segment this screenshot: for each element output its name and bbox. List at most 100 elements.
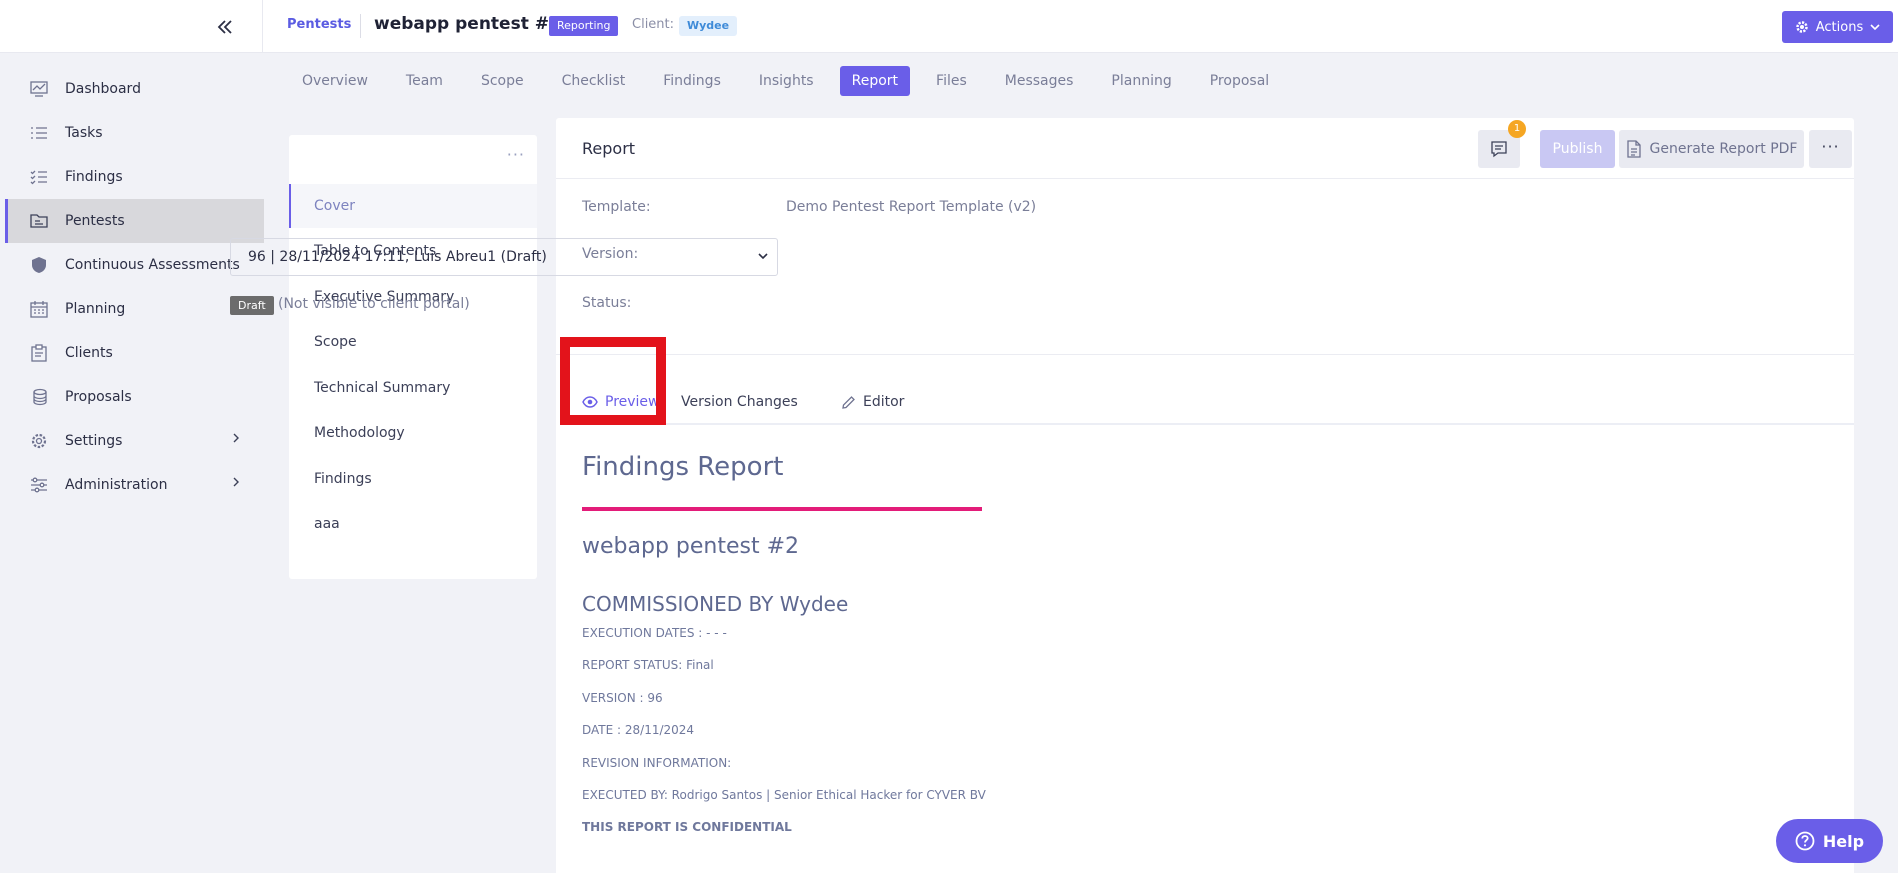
status-note: (Not visible to client portal) [278,296,470,312]
report-version: VERSION : 96 [582,691,663,705]
tab-overview[interactable]: Overview [290,66,380,96]
draft-badge: Draft [230,296,274,315]
tab-scope[interactable]: Scope [469,66,536,96]
chevron-down-icon [1870,24,1880,31]
top-bar: Pentests webapp pentest #2 Reporting Cli… [0,0,1898,53]
report-sections-panel: ··· Cover Table to Contents Executive Su… [289,135,537,579]
template-label: Template: [582,199,651,215]
shield-icon [29,255,49,275]
document-icon [1626,140,1641,158]
tab-report[interactable]: Report [839,66,911,96]
sidebar-item-label: Continuous Assessments [65,257,240,273]
chevron-right-icon [233,433,239,443]
section-item-technical-summary[interactable]: Technical Summary [289,366,537,410]
client-badge[interactable]: Wydee [679,16,738,36]
pentest-tabs: Overview Team Scope Checklist Findings I… [290,66,1295,96]
section-item-methodology[interactable]: Methodology [289,411,537,455]
commissioned-by: COMMISSIONED BY Wydee [582,592,849,616]
generate-report-pdf-button[interactable]: Generate Report PDF [1619,130,1804,168]
tab-version-changes[interactable]: Version Changes [681,387,798,417]
actions-label: Actions [1815,19,1864,35]
tab-insights[interactable]: Insights [747,66,826,96]
actions-button[interactable]: Actions [1782,11,1893,43]
coins-icon [29,387,49,407]
execution-dates: EXECUTION DATES : - - - [582,626,727,640]
folder-icon [29,211,49,231]
gear-icon [29,431,49,451]
section-item-cover[interactable]: Cover [289,184,537,228]
version-select-value: 96 | 28/11/2024 17:11, Luis Abreu1 (Draf… [248,249,547,265]
report-accent-bar [582,507,982,511]
list-icon [29,123,49,143]
status-badge: Reporting [549,16,619,36]
generate-report-pdf-label: Generate Report PDF [1649,141,1798,157]
tab-findings[interactable]: Findings [651,66,733,96]
publish-button[interactable]: Publish [1540,130,1615,168]
question-circle-icon [1795,831,1815,851]
sidebar-item-pentests[interactable]: Pentests [5,199,264,243]
template-value: Demo Pentest Report Template (v2) [786,199,1037,215]
tab-planning[interactable]: Planning [1099,66,1183,96]
sliders-icon [29,475,49,495]
page-title: webapp pentest #2 [374,14,561,34]
report-title: Report [582,139,636,158]
sidebar-item-clients[interactable]: Clients [5,331,264,375]
highlight-box [560,337,666,425]
confidential-notice: THIS REPORT IS CONFIDENTIAL [582,820,792,834]
sidebar-item-findings[interactable]: Findings [5,155,264,199]
report-panel: Report 1 Publish Generate Report PDF ···… [556,118,1854,873]
sidebar-item-label: Settings [65,433,123,449]
chevron-right-icon [233,477,239,487]
help-button[interactable]: Help [1776,819,1883,863]
executed-by: EXECUTED BY: Rodrigo Santos | Senior Eth… [582,788,986,802]
sidebar-item-label: Administration [65,477,168,493]
comment-icon [1491,141,1507,158]
sidebar-item-label: Findings [65,169,123,185]
sections-more-button[interactable]: ··· [507,145,525,164]
report-date: DATE : 28/11/2024 [582,723,695,737]
section-item-scope[interactable]: Scope [289,320,537,364]
sidebar-item-label: Planning [65,301,126,317]
tab-editor-label: Editor [863,394,905,410]
tab-team[interactable]: Team [394,66,455,96]
sidebar-item-dashboard[interactable]: Dashboard [5,67,264,111]
tab-editor[interactable]: Editor [841,387,904,417]
sidebar-item-continuous-assessments[interactable]: Continuous Assessments [5,243,264,287]
gear-icon [1796,21,1808,33]
sidebar-item-label: Proposals [65,389,132,405]
collapse-sidebar-button[interactable] [212,14,238,40]
double-chevron-left-icon [217,20,232,34]
report-subheading: webapp pentest #2 [582,534,800,559]
checklist-icon [29,167,49,187]
sidebar-item-proposals[interactable]: Proposals [5,375,264,419]
section-item-findings[interactable]: Findings [289,457,537,501]
chevron-down-icon [758,253,768,260]
sidebar-item-planning[interactable]: Planning [5,287,264,331]
sidebar-item-label: Pentests [65,213,125,229]
sidebar-item-administration[interactable]: Administration [5,463,264,507]
revision-information: REVISION INFORMATION: [582,756,732,770]
top-divider [262,0,263,53]
report-status: REPORT STATUS: Final [582,658,714,672]
report-header: Report 1 Publish Generate Report PDF ··· [556,118,1854,179]
version-select[interactable]: 96 | 28/11/2024 17:11, Luis Abreu1 (Draf… [230,238,778,276]
chart-icon [29,79,49,99]
clipboard-icon [29,343,49,363]
section-item-aaa[interactable]: aaa [289,502,537,546]
breadcrumb-pentests[interactable]: Pentests [287,17,351,32]
sidebar-item-label: Clients [65,345,113,361]
pencil-icon [842,395,855,409]
report-more-button[interactable]: ··· [1809,130,1852,168]
sidebar-item-settings[interactable]: Settings [5,419,264,463]
report-divider [556,354,1854,355]
tab-checklist[interactable]: Checklist [550,66,638,96]
sidebar-item-tasks[interactable]: Tasks [5,111,264,155]
preview-tabs-baseline [582,423,1854,425]
tab-files[interactable]: Files [924,66,979,96]
breadcrumb-divider [360,14,361,38]
tab-messages[interactable]: Messages [993,66,1086,96]
status-label: Status: [582,295,632,311]
tab-proposal[interactable]: Proposal [1198,66,1281,96]
sidebar: Dashboard Tasks Findings Pentests Contin… [0,53,264,873]
comment-count-badge: 1 [1508,120,1526,138]
